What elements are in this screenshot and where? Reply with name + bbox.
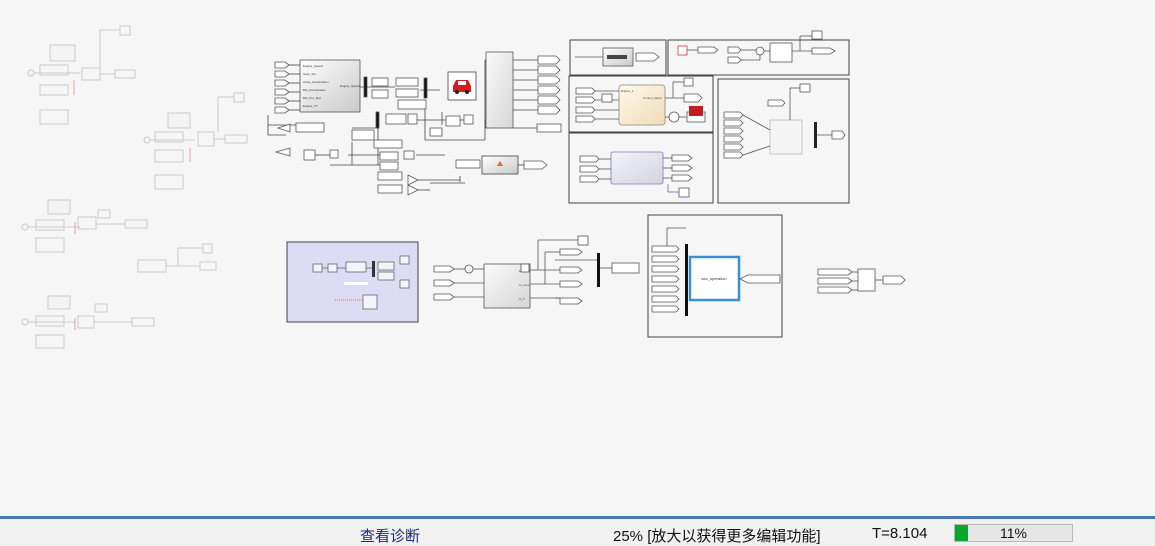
simulation-progress-bar: 11% bbox=[954, 524, 1073, 542]
io-block-label: acc_operation bbox=[701, 276, 726, 281]
faded-subsystem-group-4[interactable] bbox=[137, 243, 217, 273]
faded-subsystem-group-5[interactable] bbox=[21, 295, 155, 349]
mid-block-label: In_T bbox=[519, 297, 525, 301]
vehicle-port-label: Engine_TT bbox=[303, 104, 318, 108]
vehicle-port-label: Accel_Acceleration bbox=[303, 80, 329, 84]
vehicle-port-label: Engine_Speed bbox=[303, 64, 323, 68]
lavender-subsystem[interactable] bbox=[286, 241, 419, 323]
display-panel[interactable] bbox=[569, 39, 667, 76]
vehicle-out-label: Engine_Speed bbox=[340, 84, 360, 88]
vehicle-subsystem-block[interactable]: Engine_Speed Gear_Sel Accel_Acceleration… bbox=[299, 59, 361, 113]
output-bus-panel[interactable] bbox=[717, 78, 850, 204]
car-scope-block[interactable] bbox=[447, 71, 477, 101]
vehicle-port-label: Brk_Acceleration bbox=[303, 88, 326, 92]
mux-panel[interactable] bbox=[568, 132, 714, 204]
out-ports-column[interactable] bbox=[536, 55, 562, 133]
status-bar: 查看诊断 25% [放大以获得更多编辑功能] T=8.104 11% bbox=[0, 516, 1155, 546]
view-diagnostics-link[interactable]: 查看诊断 bbox=[360, 525, 420, 546]
controller-in-label: Engine_1 bbox=[621, 89, 634, 93]
far-right-mux[interactable] bbox=[817, 268, 906, 294]
io-panel[interactable]: acc_operation bbox=[647, 214, 783, 338]
mid-block-label: In_cmd bbox=[519, 283, 529, 287]
zoom-level-text: 25% [放大以获得更多编辑功能] bbox=[613, 528, 821, 545]
vehicle-port-label: Gear_Sel bbox=[303, 72, 316, 76]
sum-panel[interactable] bbox=[667, 30, 850, 76]
faded-subsystem-group-1[interactable] bbox=[27, 25, 136, 125]
controller-panel[interactable]: Engine_1 Control_Word bbox=[568, 75, 714, 133]
faded-subsystem-group-2[interactable] bbox=[143, 92, 248, 190]
controller-out-label: Control_Word bbox=[643, 96, 662, 100]
model-canvas[interactable]: Engine_Speed Gear_Sel Accel_Acceleration… bbox=[0, 0, 1155, 516]
progress-label: 11% bbox=[1000, 525, 1027, 541]
simulation-time: T=8.104 bbox=[872, 525, 928, 542]
input-ports-column[interactable] bbox=[274, 61, 290, 114]
faded-subsystem-group-3[interactable] bbox=[21, 199, 148, 253]
matlab-function-block[interactable] bbox=[481, 155, 548, 175]
vehicle-port-label: Brk_Pos_Rat bbox=[303, 96, 321, 100]
sum-sub-block[interactable]: En_cmd In_cmd In_T bbox=[433, 235, 640, 309]
